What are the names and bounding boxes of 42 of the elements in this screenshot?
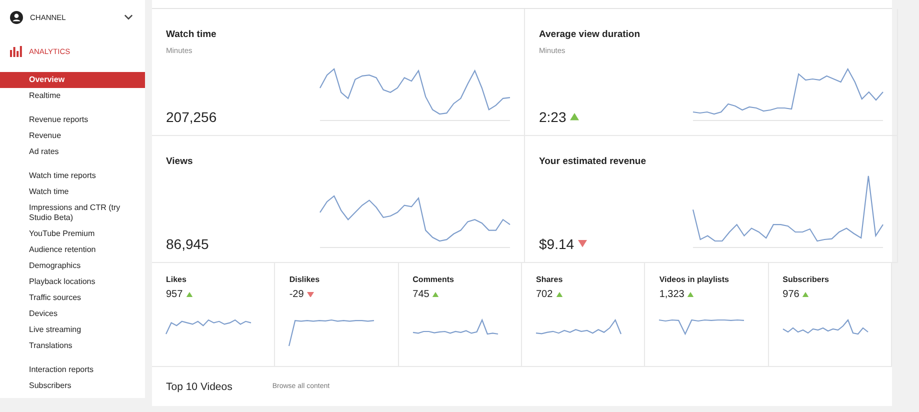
metric-title: Average view duration bbox=[539, 29, 642, 40]
sidebar-item[interactable]: Watch time reports bbox=[0, 168, 145, 184]
sidebar-item[interactable]: Demographics bbox=[0, 258, 145, 274]
sidebar-item[interactable]: Traffic sources bbox=[0, 290, 145, 306]
sidebar-item[interactable]: Subscribers bbox=[0, 378, 145, 394]
sidebar-item[interactable]: Playback locations bbox=[0, 274, 145, 290]
metric-title: Likes bbox=[166, 275, 188, 284]
sidebar-item[interactable]: Overview bbox=[0, 72, 145, 88]
sidebar-item[interactable]: YouTube Premium bbox=[0, 226, 145, 242]
sidebar-item[interactable]: Audience retention bbox=[0, 242, 145, 258]
bar-chart-icon bbox=[10, 46, 22, 56]
metric-value: $9.14 bbox=[539, 236, 574, 252]
sidebar-item[interactable]: Live streaming bbox=[0, 322, 145, 338]
metric-value: 745 bbox=[412, 289, 430, 300]
metric-value: 2:23 bbox=[539, 109, 566, 125]
metric-title: Shares bbox=[536, 275, 564, 284]
metric-title: Views bbox=[166, 156, 194, 167]
metric-value: 957 bbox=[166, 289, 183, 300]
metric-title: Subscribers bbox=[782, 275, 830, 284]
sidebar-item[interactable]: Revenue reports bbox=[0, 112, 145, 128]
sidebar-item[interactable]: Devices bbox=[0, 306, 145, 322]
section-title: Top 10 Videos bbox=[166, 380, 232, 392]
metric-value: 702 bbox=[536, 289, 553, 300]
metric-title: Watch time bbox=[166, 29, 218, 40]
metric-title: Videos in playlists bbox=[659, 275, 730, 284]
metric-title: Dislikes bbox=[289, 275, 321, 284]
sidebar-item[interactable]: Translations bbox=[0, 338, 145, 354]
metric-value: 86,945 bbox=[166, 236, 209, 252]
metric-value: 1,323 bbox=[659, 289, 684, 300]
sidebar-item[interactable]: Ad rates bbox=[0, 144, 145, 160]
sidebar-item[interactable]: Interaction reports bbox=[0, 362, 145, 378]
account-icon bbox=[10, 10, 23, 24]
sidebar-item[interactable]: Impressions and CTR (try Studio Beta) bbox=[0, 200, 145, 226]
sidebar-item[interactable]: Realtime bbox=[0, 88, 145, 104]
metric-value: 207,256 bbox=[166, 109, 217, 125]
chevron-icon[interactable] bbox=[124, 14, 133, 20]
metric-title: Comments bbox=[412, 275, 455, 284]
metric-title: Your estimated revenue bbox=[539, 156, 648, 167]
metric-value: -29 bbox=[289, 289, 304, 300]
sidebar-item[interactable]: Watch time bbox=[0, 184, 145, 200]
metric-value: 976 bbox=[782, 289, 800, 300]
sidebar-item[interactable]: Revenue bbox=[0, 128, 145, 144]
